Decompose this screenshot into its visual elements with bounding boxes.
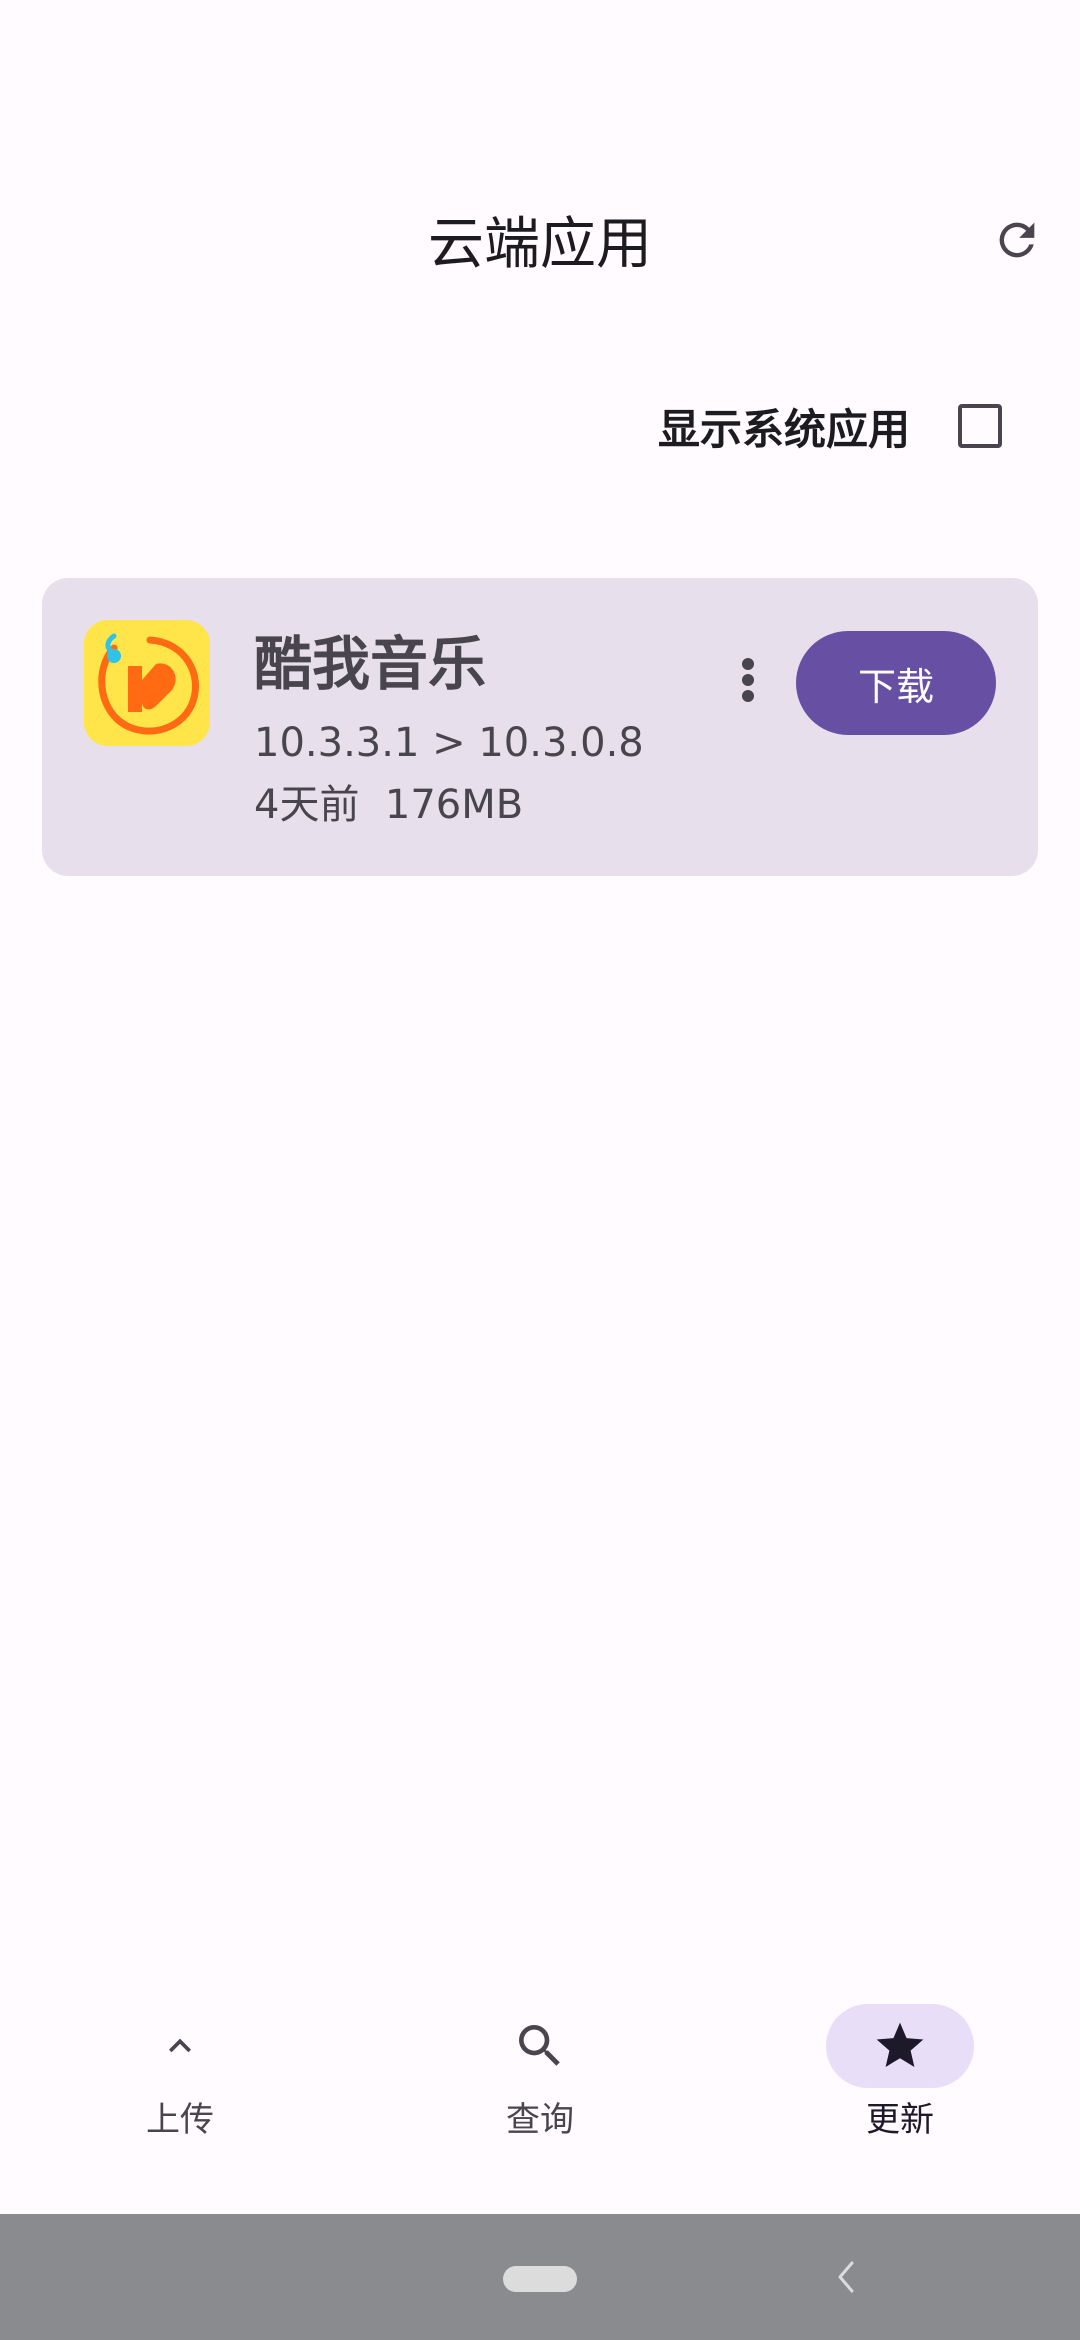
nav-update-pill (826, 2004, 974, 2088)
nav-item-update[interactable]: 更新 (720, 1990, 1080, 2150)
download-button[interactable]: 下载 (796, 631, 996, 735)
refresh-icon (999, 222, 1035, 258)
app-name: 酷我音乐 (254, 630, 487, 698)
star-icon (876, 2022, 924, 2067)
app-size: 176MB (384, 782, 524, 828)
top-app-bar: 云端应用 (0, 190, 1080, 300)
nav-query-label: 查询 (506, 2100, 574, 2140)
screen: 云端应用 显示系统应用 酷我音乐 10.3.3.1 > 10.3.0.8 4天前… (0, 0, 1080, 2340)
app-age: 4天前 (254, 782, 360, 828)
show-system-apps-row[interactable]: 显示系统应用 (0, 390, 1080, 470)
back-chevron-icon (838, 2261, 854, 2293)
kuwo-music-app-icon (84, 620, 210, 746)
more-options-button[interactable] (718, 630, 778, 730)
bottom-navigation: 上传 查询 更新 (0, 1990, 1080, 2210)
nav-update-label: 更新 (866, 2100, 934, 2140)
app-version: 10.3.3.1 > 10.3.0.8 (254, 720, 644, 766)
status-bar (0, 0, 1080, 72)
search-icon (519, 2025, 560, 2066)
chevron-up-icon (169, 2038, 191, 2053)
app-card[interactable]: 酷我音乐 10.3.3.1 > 10.3.0.8 4天前 176MB 下载 (42, 578, 1038, 876)
refresh-button[interactable] (982, 205, 1052, 275)
show-system-apps-label: 显示系统应用 (657, 405, 910, 454)
nav-item-upload[interactable]: 上传 (0, 1990, 360, 2150)
nav-item-query[interactable]: 查询 (360, 1990, 720, 2150)
back-button[interactable] (826, 2252, 866, 2302)
home-pill[interactable] (503, 2266, 577, 2292)
nav-upload-pill (106, 2004, 254, 2088)
nav-upload-label: 上传 (146, 2100, 214, 2140)
nav-query-pill (466, 2004, 614, 2088)
system-navigation-bar (0, 2214, 1080, 2340)
show-system-apps-checkbox[interactable] (958, 404, 1002, 448)
app-meta: 4天前 176MB (254, 780, 523, 830)
page-title: 云端应用 (428, 212, 652, 277)
more-vert-icon (742, 658, 754, 702)
